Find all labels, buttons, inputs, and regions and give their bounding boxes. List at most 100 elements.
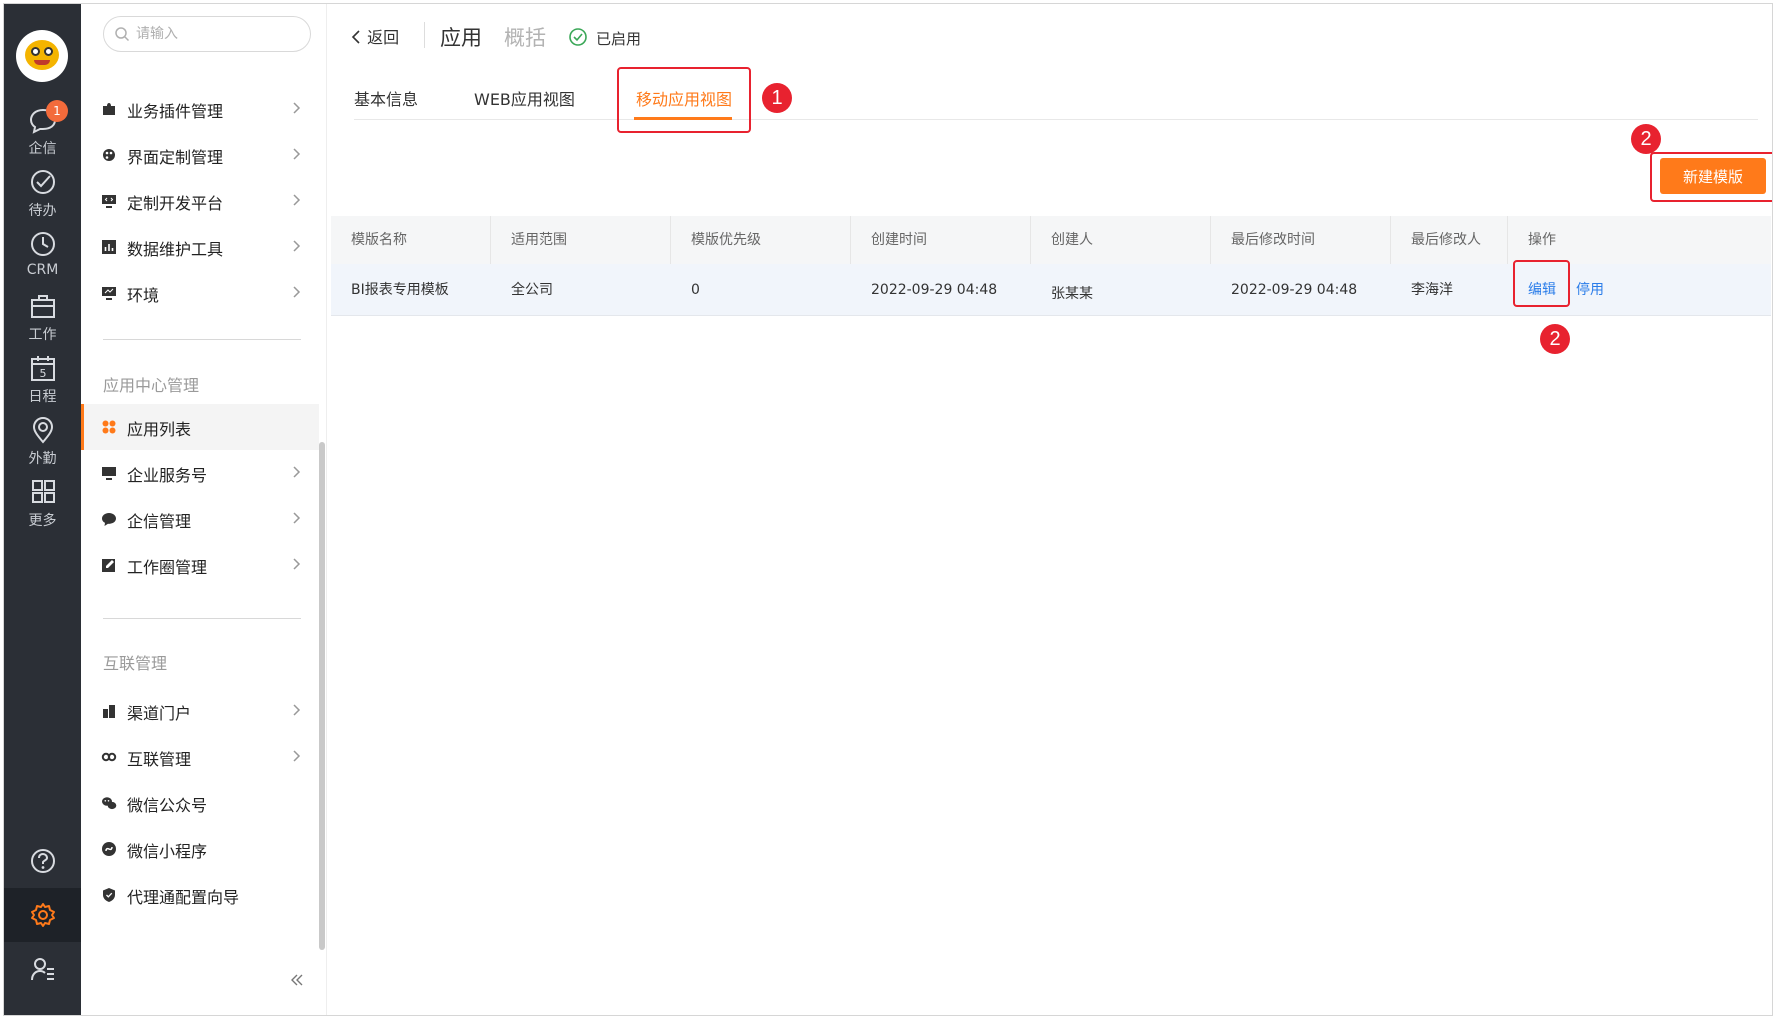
header-divider [424,22,425,48]
chevron-right-icon [293,558,301,570]
highlight-box-edit-link [1513,260,1570,307]
menu-item-interconnect[interactable]: 互联管理 [81,734,319,780]
rail-item-label: 企信 [28,141,57,157]
menu-item-label: 微信公众号 [127,796,208,815]
chevron-left-icon [351,30,360,44]
rail-item-label: 日程 [28,389,57,405]
rail-item-calendar[interactable]: 5 日程 [4,348,81,410]
svg-text:5: 5 [40,367,47,380]
rail-item-more[interactable]: 更多 [4,472,81,534]
nav-rail: 1 企信 待办 CRM 工作 5 日程 外勤 更多 [4,4,81,1015]
new-template-button[interactable]: 新建模版 [1660,158,1766,194]
message-icon [102,513,116,526]
menu-item-service-account[interactable]: 企业服务号 [81,450,319,496]
user-list-icon [31,958,54,981]
edit-icon [102,559,115,572]
rail-item-label: 更多 [28,513,57,529]
search-icon [115,27,130,42]
tab-basic-info[interactable]: 基本信息 [354,86,418,110]
column-header: 创建人 [1031,216,1211,264]
chevron-right-icon [293,148,301,160]
shield-icon [103,888,115,902]
cell-created-at: 2022-09-29 04:48 [871,282,998,298]
chevron-right-icon [293,466,301,478]
rail-item-label: 外勤 [28,451,57,467]
page-header: 返回 应用 概括 已启用 [328,4,1772,66]
unread-badge: 1 [46,100,68,122]
menu-item-label: 企业服务号 [127,466,208,485]
user-settings-button[interactable] [4,942,81,996]
menu-item-channel-portal[interactable]: 渠道门户 [81,688,319,734]
menu-item-plugin[interactable]: 业务插件管理 [81,86,319,132]
menu-item-work-circle[interactable]: 工作圈管理 [81,542,319,588]
rail-item-todo[interactable]: 待办 [4,162,81,224]
section-app-center: 应用中心管理 [103,376,200,395]
cell-priority: 0 [691,282,700,298]
back-label: 返回 [367,28,400,47]
cell-template-name: BI报表专用模板 [351,282,449,298]
apps-icon [102,420,116,434]
app-window: 1 企信 待办 CRM 工作 5 日程 外勤 更多 请输入 业务插件管理 界面定… [3,3,1773,1016]
rail-item-label: CRM [26,262,59,278]
rail-item-crm[interactable]: CRM [4,224,81,286]
menu-search[interactable] [103,16,311,52]
check-circle-icon [31,170,55,194]
mini-program-icon [102,842,116,856]
table-header: 模版名称 适用范围 模版优先级 创建时间 创建人 最后修改时间 最后修改人 操作 [331,216,1771,264]
menu-item-data-tools[interactable]: 数据维护工具 [81,224,319,270]
location-pin-icon [32,416,54,444]
cell-modified-at: 2022-09-29 04:48 [1231,282,1358,298]
menu-item-label: 数据维护工具 [127,240,224,259]
chevron-right-icon [293,102,301,114]
menu-item-label: 界面定制管理 [127,148,224,167]
chevron-right-icon [293,194,301,206]
help-button[interactable] [4,834,81,888]
cell-modifier: 李海洋 [1411,282,1453,298]
rail-item-label: 工作 [28,327,57,343]
annotation-number-1: 1 [762,83,792,113]
cell-scope: 全公司 [511,282,553,298]
column-header: 模版名称 [331,216,491,264]
menu-item-messaging[interactable]: 企信管理 [81,496,319,542]
building-icon [103,705,115,718]
settings-button[interactable] [4,888,81,942]
main-content: 返回 应用 概括 已启用 基本信息 WEB应用视图 移动应用视图 1 2 新建模… [328,4,1772,1015]
rail-item-work[interactable]: 工作 [4,286,81,348]
rail-item-field[interactable]: 外勤 [4,410,81,472]
menu-item-label: 环境 [127,286,160,305]
menu-item-agent-wizard[interactable]: 代理通配置向导 [81,872,319,918]
column-header: 操作 [1528,232,1556,248]
menu-item-label: 企信管理 [127,512,192,531]
menu-scrollbar[interactable] [319,442,325,950]
wechat-icon [102,797,117,810]
menu-item-label: 互联管理 [127,750,192,769]
menu-item-wechat-official[interactable]: 微信公众号 [81,780,319,826]
menu-item-environment[interactable]: 环境 [81,270,319,316]
chevron-right-icon [293,512,301,524]
rail-item-messages[interactable]: 1 企信 [4,100,81,162]
page-title: 应用 [440,26,482,50]
chevron-right-icon [293,240,301,252]
column-header: 最后修改时间 [1211,216,1391,264]
menu-item-app-list[interactable]: 应用列表 [81,404,319,450]
menu-divider [103,339,301,340]
menu-item-wechat-mini[interactable]: 微信小程序 [81,826,319,872]
app-logo[interactable] [16,30,68,82]
tab-web-view[interactable]: WEB应用视图 [474,86,575,110]
section-interconnect: 互联管理 [103,654,168,673]
menu-item-label: 微信小程序 [127,842,208,861]
clock-icon [31,232,55,256]
overview-link[interactable]: 概括 [504,22,546,52]
column-header: 模版优先级 [671,216,851,264]
link-icon [101,752,117,762]
collapse-double-chevron-icon[interactable] [289,972,305,988]
gear-icon [31,903,55,927]
menu-item-label: 应用列表 [127,420,192,439]
back-button[interactable]: 返回 [350,24,399,48]
desktop-icon [102,467,116,480]
calendar-icon: 5 [31,356,55,381]
menu-item-dev-platform[interactable]: 定制开发平台 [81,178,319,224]
menu-search-input[interactable] [136,24,301,44]
cell-creator: 张某某 [1051,286,1093,302]
menu-item-ui-custom[interactable]: 界面定制管理 [81,132,319,178]
